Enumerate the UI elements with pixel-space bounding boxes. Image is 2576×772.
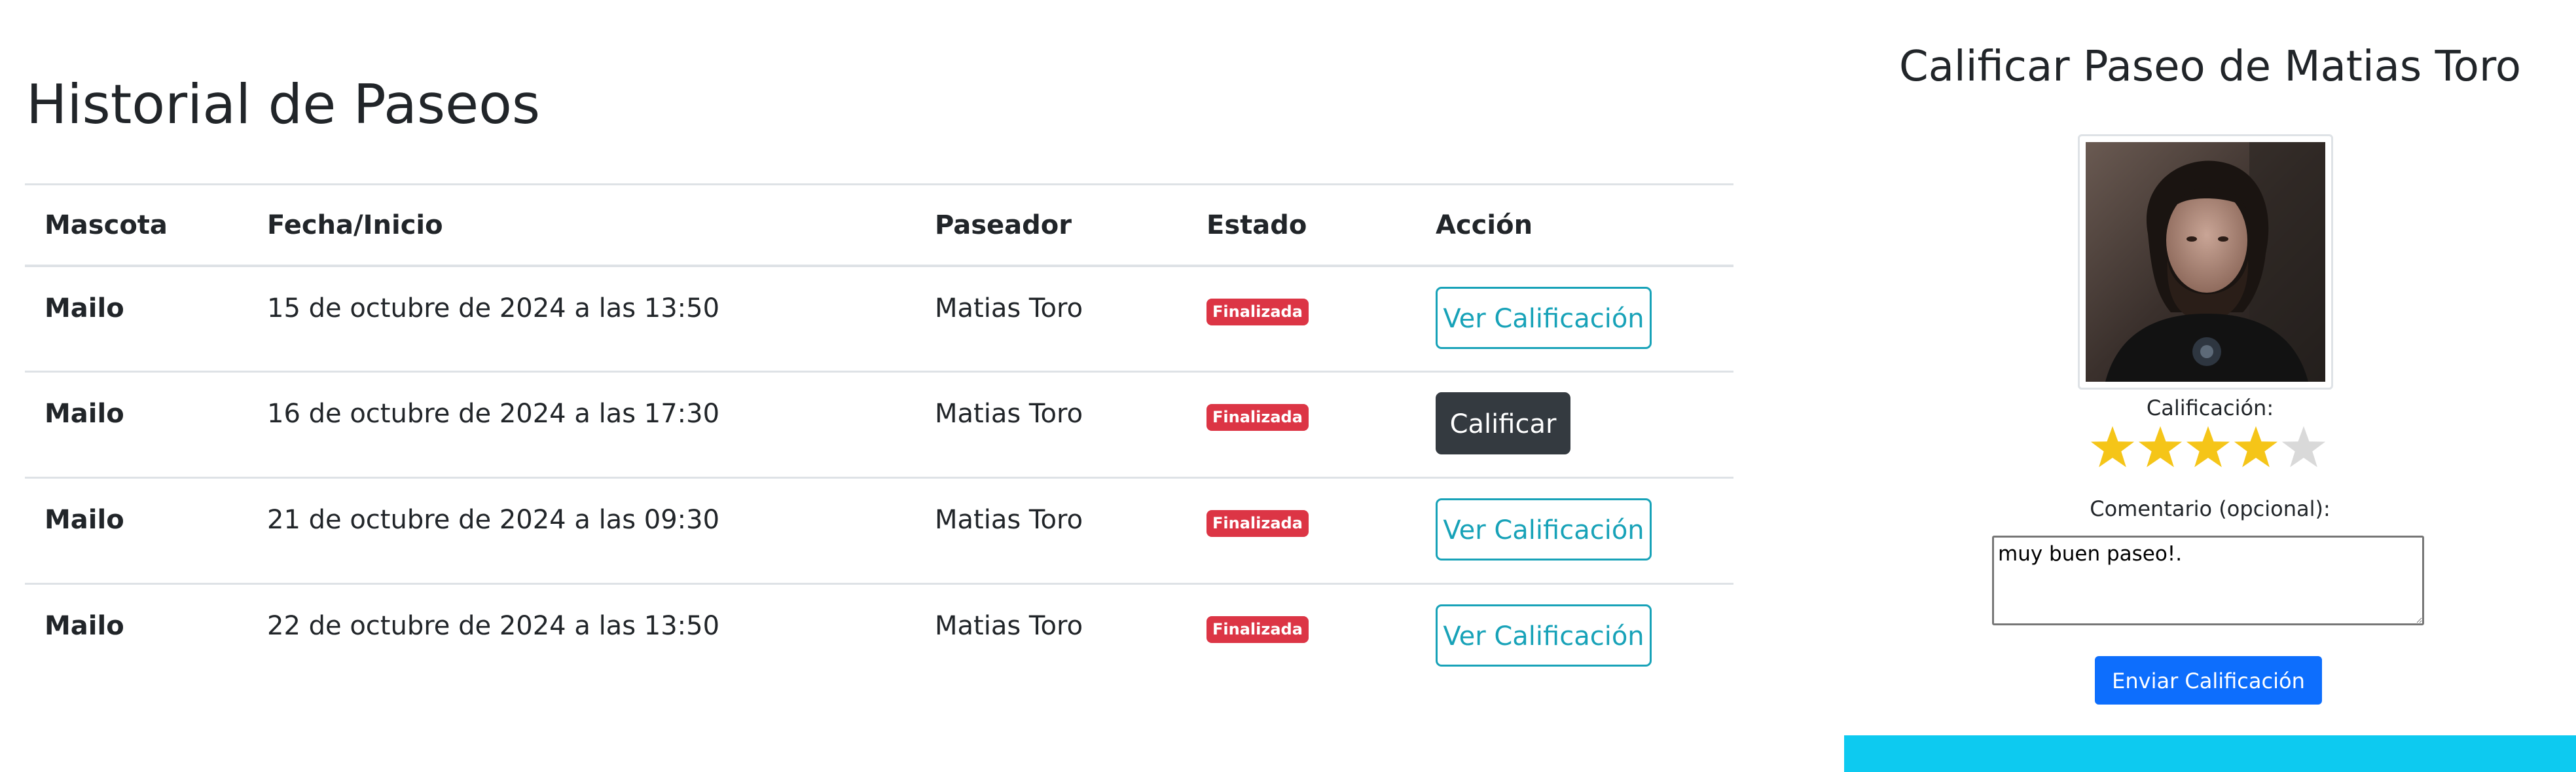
status-cell: Finalizada (1187, 478, 1416, 584)
comment-label: Comentario (opcional): (2090, 496, 2331, 521)
status-badge: Finalizada (1206, 298, 1309, 325)
page-title: Historial de Paseos (26, 73, 541, 136)
action-cell: Ver Calificación (1416, 584, 1733, 690)
status-badge: Finalizada (1206, 404, 1309, 431)
column-header-paseador: Paseador (935, 210, 1072, 240)
status-cell: Finalizada (1187, 372, 1416, 478)
walker-photo (2078, 134, 2333, 390)
rating-title: Calificar Paseo de Matias Toro (1899, 43, 2521, 91)
submit-rating-button[interactable]: Enviar Calificación (2095, 656, 2322, 705)
comment-textarea[interactable]: muy buen paseo!. (1992, 536, 2424, 625)
walk-date: 16 de octubre de 2024 a las 17:30 (267, 399, 720, 429)
star-icon[interactable] (2280, 424, 2327, 471)
footer-bar (1844, 735, 2576, 772)
walker-name: Matias Toro (935, 399, 1083, 429)
action-cell: Calificar (1416, 372, 1733, 478)
walk-date: 15 de octubre de 2024 a las 13:50 (267, 293, 720, 323)
rating-panel: Calificar Paseo de Matias Toro Calificac… (1844, 0, 2576, 772)
star-icon[interactable] (2137, 424, 2184, 471)
column-header-estado: Estado (1206, 210, 1307, 240)
walk-date: 22 de octubre de 2024 a las 13:50 (267, 611, 720, 641)
table-header-row: Mascota Fecha/Inicio Paseador Estado Acc… (25, 184, 1733, 266)
history-section: Historial de Paseos Mascota Fecha/Inicio… (25, 0, 1733, 772)
status-cell: Finalizada (1187, 584, 1416, 690)
table-row: Mailo 22 de octubre de 2024 a las 13:50 … (25, 584, 1733, 690)
rate-button[interactable]: Calificar (1436, 392, 1570, 454)
pet-name: Mailo (45, 611, 124, 641)
pet-name: Mailo (45, 399, 124, 429)
pet-name: Mailo (45, 293, 124, 323)
action-cell: Ver Calificación (1416, 478, 1733, 584)
pet-name: Mailo (45, 505, 124, 535)
action-cell: Ver Calificación (1416, 266, 1733, 372)
rating-label: Calificación: (2146, 395, 2274, 420)
column-header-fecha: Fecha/Inicio (267, 210, 443, 240)
star-rating (2089, 424, 2331, 477)
walk-date: 21 de octubre de 2024 a las 09:30 (267, 505, 720, 535)
column-header-mascota: Mascota (45, 210, 168, 240)
walker-name: Matias Toro (935, 611, 1083, 641)
walker-name: Matias Toro (935, 293, 1083, 323)
view-rating-button[interactable]: Ver Calificación (1436, 604, 1652, 667)
walker-name: Matias Toro (935, 505, 1083, 535)
column-header-accion: Acción (1436, 210, 1533, 240)
status-badge: Finalizada (1206, 510, 1309, 537)
history-table: Mascota Fecha/Inicio Paseador Estado Acc… (25, 183, 1733, 690)
table-row: Mailo 15 de octubre de 2024 a las 13:50 … (25, 266, 1733, 372)
view-rating-button[interactable]: Ver Calificación (1436, 286, 1652, 349)
status-badge: Finalizada (1206, 616, 1309, 643)
walker-photo-image (2086, 142, 2325, 382)
table-row: Mailo 21 de octubre de 2024 a las 09:30 … (25, 478, 1733, 584)
status-cell: Finalizada (1187, 266, 1416, 372)
star-icon[interactable] (2185, 424, 2232, 471)
view-rating-button[interactable]: Ver Calificación (1436, 498, 1652, 561)
star-icon[interactable] (2232, 424, 2279, 471)
star-icon[interactable] (2089, 424, 2136, 471)
table-row: Mailo 16 de octubre de 2024 a las 17:30 … (25, 372, 1733, 478)
